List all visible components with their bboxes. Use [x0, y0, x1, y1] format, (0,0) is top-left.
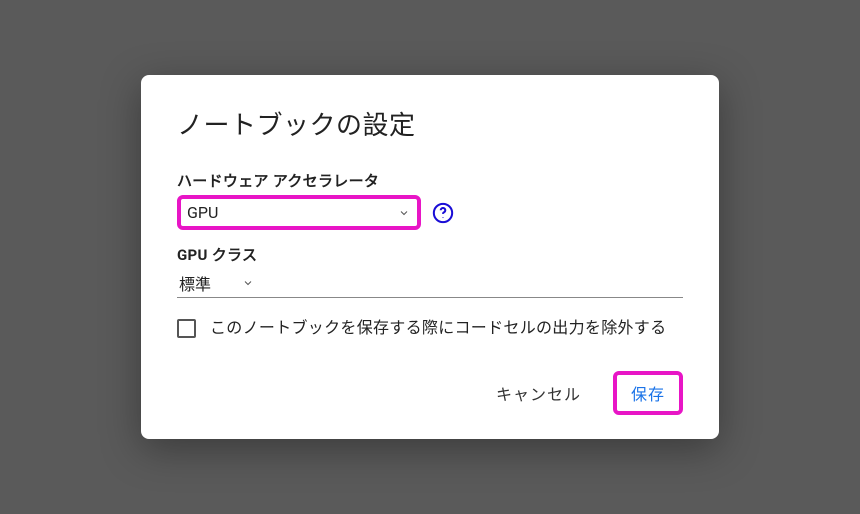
- gpu-class-value: 標準: [179, 271, 241, 295]
- gpu-class-label: GPU クラス: [177, 244, 683, 265]
- save-button[interactable]: 保存: [613, 371, 683, 415]
- help-icon[interactable]: [431, 201, 455, 225]
- accelerator-field: ハードウェア アクセラレータ GPU: [177, 170, 683, 230]
- omit-output-label: このノートブックを保存する際にコードセルの出力を除外する: [210, 316, 666, 341]
- accelerator-row: GPU: [177, 195, 683, 230]
- gpu-class-select[interactable]: 標準: [177, 269, 683, 298]
- chevron-down-icon: [241, 276, 255, 290]
- dialog-title: ノートブックの設定: [177, 105, 683, 142]
- omit-output-row: このノートブックを保存する際にコードセルの出力を除外する: [177, 316, 683, 341]
- chevron-down-icon: [397, 206, 411, 220]
- accelerator-label: ハードウェア アクセラレータ: [177, 170, 683, 191]
- dialog-button-row: キャンセル 保存: [177, 371, 683, 415]
- accelerator-select[interactable]: GPU: [177, 195, 421, 230]
- gpu-class-field: GPU クラス 標準: [177, 244, 683, 298]
- omit-output-checkbox[interactable]: [177, 319, 196, 338]
- notebook-settings-dialog: ノートブックの設定 ハードウェア アクセラレータ GPU GPU クラス 標準: [141, 75, 719, 439]
- cancel-button[interactable]: キャンセル: [482, 373, 595, 413]
- accelerator-value: GPU: [187, 203, 397, 222]
